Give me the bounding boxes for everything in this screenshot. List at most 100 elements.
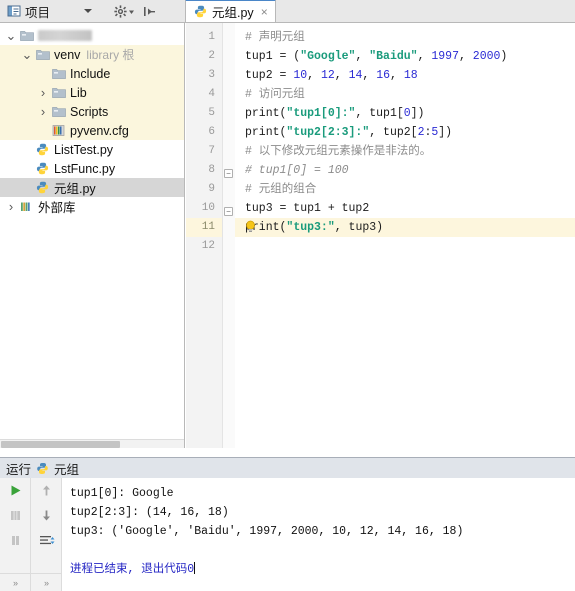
line-number: 1 <box>208 31 215 43</box>
gear-icon[interactable] <box>114 4 127 18</box>
stop-button[interactable] <box>0 503 31 528</box>
tree-row-label: LstFunc.py <box>54 161 116 176</box>
code-token-plain: ) <box>500 50 508 63</box>
tree-row[interactable]: › Lib <box>0 83 184 102</box>
python-file-icon <box>36 143 50 156</box>
code-token-plain: , tup3) <box>334 221 384 234</box>
code-token-str: "tup1[0]:" <box>286 107 356 120</box>
console-line: tup3: ('Google', 'Baidu', 1997, 2000, 10… <box>70 525 464 538</box>
project-tree[interactable]: ⌄ ⌄ venv library 根 Include › Lib › Scripts pyvenv… <box>0 23 184 216</box>
tree-expand-arrow-open[interactable]: ⌄ <box>20 48 34 61</box>
code-token-num: 14 <box>348 69 363 82</box>
console-output[interactable]: tup1[0]: Google tup2[2:3]: (14, 16, 18) tu… <box>62 478 575 591</box>
tree-expand-arrow-open[interactable]: ⌄ <box>4 29 18 42</box>
code-line[interactable]: # 元组的组合 <box>245 180 575 199</box>
run-toolbar-left[interactable]: » <box>0 478 31 591</box>
line-number: 3 <box>208 69 215 81</box>
pycharm-window: 项目 元组.py × ⌄ ⌄ venv library 根 Include › … <box>0 0 575 591</box>
project-tree-panel[interactable]: ⌄ ⌄ venv library 根 Include › Lib › Scripts pyvenv… <box>0 23 185 448</box>
scroll-down-button[interactable] <box>31 503 62 528</box>
code-editor[interactable]: 1 2 3 4 5 6 7 8 9 10 11 12 − − # 声明元组 tup1 = ("Googl… <box>186 23 575 448</box>
tree-row-label: Scripts <box>70 104 109 119</box>
code-token-plain: , <box>417 50 432 63</box>
run-toolbar-right[interactable]: » <box>31 478 62 591</box>
line-number: 12 <box>201 240 215 252</box>
code-line[interactable]: print("tup2[2:3]:", tup2[2:5]) <box>245 123 575 142</box>
scrollbar-thumb[interactable] <box>1 441 120 448</box>
run-tool-window-header[interactable]: 运行 元组 <box>0 457 575 478</box>
code-token-plain: , <box>362 69 377 82</box>
tree-row[interactable]: › 外部库 <box>0 197 184 216</box>
editor-fold-column[interactable]: − − <box>223 23 235 448</box>
fold-marker-line9[interactable]: − <box>224 207 233 216</box>
code-token-num: 16 <box>376 69 390 82</box>
python-file-icon <box>36 181 50 194</box>
code-token-plain: , tup2[ <box>369 126 418 139</box>
folder-icon <box>52 105 66 118</box>
code-token-plain: tup2 = <box>245 69 294 82</box>
project-tool-label: 项目 <box>25 5 51 20</box>
code-line[interactable]: tup3 = tup1 + tup2 <box>245 199 575 218</box>
code-line[interactable]: print("tup1[0]:", tup1[0]) <box>245 104 575 123</box>
pause-button[interactable] <box>0 528 31 553</box>
more-tools-right[interactable]: » <box>31 573 62 591</box>
chevron-down-small-icon[interactable] <box>128 5 135 18</box>
tree-row[interactable]: Include <box>0 64 184 83</box>
code-token-str: "Google" <box>300 50 356 63</box>
tree-expand-arrow-closed[interactable]: › <box>36 104 50 119</box>
project-horizontal-scrollbar[interactable] <box>0 439 184 448</box>
tree-row[interactable]: ListTest.py <box>0 140 184 159</box>
python-file-icon <box>36 162 50 175</box>
line-number: 11 <box>186 218 222 237</box>
code-text[interactable]: # 声明元组 tup1 = ("Google", "Baidu", 1997, 2… <box>235 23 575 448</box>
tree-row[interactable]: ⌄ venv library 根 <box>0 45 184 64</box>
console-caret <box>194 562 196 574</box>
top-toolbar: 项目 元组.py × <box>0 0 575 23</box>
code-line[interactable]: # 访问元组 <box>245 85 575 104</box>
tree-row-label: ListTest.py <box>54 142 114 157</box>
project-tool-header: 项目 <box>0 0 185 22</box>
code-line[interactable]: tup2 = 10, 12, 14, 16, 18 <box>245 66 575 85</box>
run-button[interactable] <box>0 478 31 503</box>
code-token-plain: , <box>458 50 473 63</box>
code-line[interactable] <box>245 237 575 256</box>
scroll-up-button[interactable] <box>31 478 62 503</box>
code-line[interactable]: print("tup3:", tup3) <box>245 218 575 237</box>
close-icon[interactable]: × <box>261 5 268 19</box>
line-number: 4 <box>208 88 215 100</box>
code-line[interactable]: # 以下修改元组元素操作是非法的。 <box>245 142 575 161</box>
code-token-comment: # 声明元组 <box>245 31 305 44</box>
tree-row[interactable]: ⌄ <box>0 26 184 45</box>
tree-row-label: 元组.py <box>54 182 96 196</box>
fold-marker-line7[interactable]: − <box>224 169 233 178</box>
code-token-plain: tup1 = ( <box>245 50 301 63</box>
run-configuration-name: 元组 <box>54 462 80 477</box>
code-line[interactable]: tup1 = ("Google", "Baidu", 1997, 2000) <box>245 47 575 66</box>
more-tools-left[interactable]: » <box>0 573 31 591</box>
tree-expand-arrow-closed[interactable]: › <box>4 199 18 214</box>
tree-row-annotation: library 根 <box>86 48 135 62</box>
code-line[interactable]: # tup1[0] = 100 <box>245 161 575 180</box>
intention-bulb-icon[interactable] <box>244 220 257 233</box>
line-number: 5 <box>208 107 215 119</box>
code-token-comment: # 元组的组合 <box>245 183 317 196</box>
tree-row[interactable]: pyvenv.cfg <box>0 121 184 140</box>
project-panel-icon <box>7 4 21 18</box>
python-file-icon <box>194 5 207 18</box>
tree-row-label: venv <box>54 47 81 62</box>
tree-expand-arrow-closed[interactable]: › <box>36 85 50 100</box>
editor-gutter[interactable]: 1 2 3 4 5 6 7 8 9 10 11 12 <box>186 23 223 448</box>
tree-row[interactable]: 元组.py <box>0 178 184 197</box>
tab-yuanzu-py[interactable]: 元组.py × <box>185 0 276 22</box>
run-panel-label: 运行 <box>6 462 32 477</box>
folder-icon <box>36 48 50 61</box>
code-line[interactable]: # 声明元组 <box>245 28 575 47</box>
chevron-down-icon[interactable] <box>84 9 93 13</box>
hide-panel-icon[interactable] <box>143 5 157 18</box>
tree-row[interactable]: › Scripts <box>0 102 184 121</box>
tree-row[interactable]: LstFunc.py <box>0 159 184 178</box>
code-token-num: 0 <box>403 107 411 120</box>
soft-wrap-button[interactable] <box>31 528 62 553</box>
code-token-plain: ]) <box>410 107 425 120</box>
